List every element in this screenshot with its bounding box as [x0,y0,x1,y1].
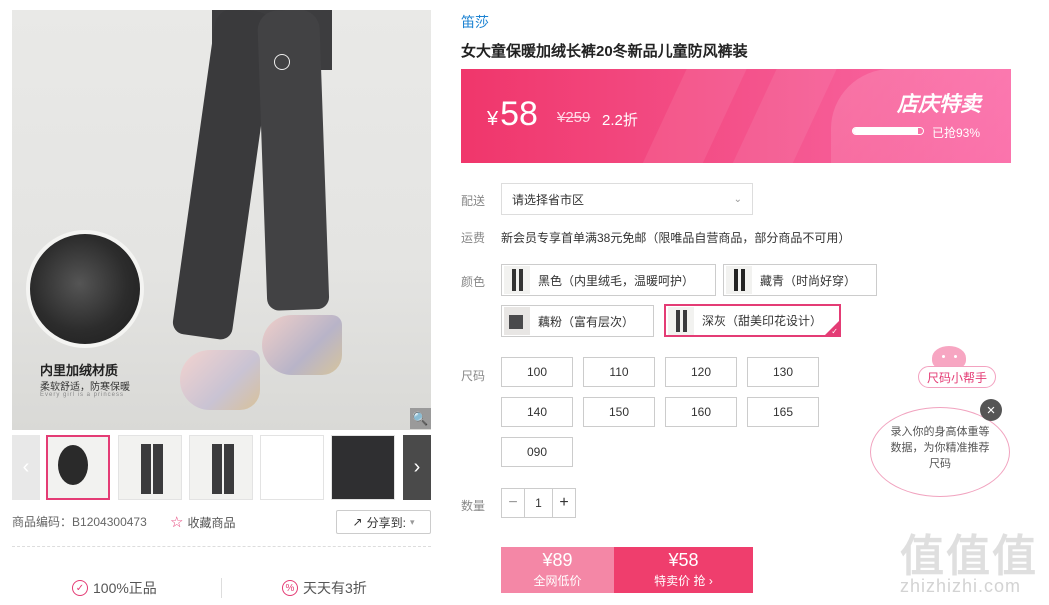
shipping-fee-label: 运费 [461,231,486,245]
quantity-stepper: − 1 + [501,488,576,518]
thumbnail-strip: ‹ › [12,435,431,500]
sale-price-value: 58 [500,95,538,133]
color-option-pink[interactable]: 藕粉（富有层次） [501,305,654,337]
sneaker-left [180,350,260,410]
brand-link[interactable]: 笛莎 [461,12,489,32]
embroidery-logo [274,54,290,70]
quantity-increase-button[interactable]: + [553,489,575,517]
buy-now-price: ¥58 [668,550,699,570]
product-code-value: B1204300473 [72,515,147,529]
mascot-eye [954,355,957,358]
size-label: 尺码 [461,369,486,383]
color-option-label: 黑色（内里绒毛，温暖呵护） [538,273,695,288]
original-price: ¥259 [557,109,591,126]
mascot-eye [942,355,945,358]
check-icon: ✓ [831,327,838,336]
price-banner: ¥58 ¥259 2.2折 店庆特卖 已抢93% [461,69,1011,163]
discount-rate: 2.2折 [602,112,638,129]
quantity-decrease-button[interactable]: − [502,489,524,517]
guarantee-discount: % 天天有3折 [282,578,367,598]
shipping-fee-text: 新会员专享首单满38元免邮（限唯品自营商品，部分商品不可用） [501,231,851,245]
color-label: 颜色 [461,275,486,289]
thumb-next-button[interactable]: › [403,435,431,500]
favorite-label: 收藏商品 [187,516,236,530]
lowest-price-value: ¥89 [542,550,573,570]
product-code: 商品编码：B1204300473 [12,513,147,530]
guarantee-authentic-label: 100%正品 [93,580,157,596]
chevron-left-icon: ‹ [22,456,30,478]
size-option[interactable]: 165 [747,397,819,427]
color-swatch [504,266,530,294]
thumbnail-3[interactable] [189,435,253,500]
quantity-label: 数量 [461,499,486,513]
shipping-label: 配送 [461,194,486,208]
chevron-right-icon: › [413,456,421,478]
thumbnail-5[interactable] [331,435,395,500]
currency-symbol: ¥ [487,108,499,130]
region-select-value: 请选择省市区 [512,192,585,207]
fleece-detail-inset [26,230,144,348]
close-icon[interactable]: × [980,399,1002,421]
favorite-button[interactable]: ☆ 收藏商品 [170,513,235,531]
color-option-black[interactable]: 黑色（内里绒毛，温暖呵护） [501,264,716,296]
promo-tag: 店庆特卖 [897,93,981,116]
shield-check-icon: ✓ [72,580,88,596]
share-icon: ↗ [352,515,363,529]
region-select[interactable]: 请选择省市区 ⌄ [501,183,753,215]
thumbnail-1[interactable] [46,435,110,500]
size-option[interactable]: 150 [583,397,655,427]
sold-progress-text: 已抢93% [932,126,981,140]
lowest-price-label: 全网低价 [533,574,582,588]
buy-now-label: 特卖价 抢 › [654,574,713,588]
thumb-prev-button[interactable]: ‹ [12,435,40,500]
chevron-down-icon: ▾ [409,516,415,527]
pants-leg-right [257,10,330,311]
sold-progress-bar [852,127,924,135]
percent-icon: % [282,580,298,596]
image-caption-english: Every girl is a princess [40,392,125,398]
size-option[interactable]: 120 [665,357,737,387]
share-button[interactable]: ↗ 分享到: ▾ [336,510,431,534]
guarantee-authentic: ✓ 100%正品 [72,578,157,598]
share-label: 分享到: [366,515,406,530]
sneaker-right [262,315,342,375]
zoom-button[interactable]: 🔍 [410,408,431,429]
size-option[interactable]: 130 [747,357,819,387]
size-option[interactable]: 110 [583,357,655,387]
sale-price: ¥58 [487,95,538,134]
buy-now-button[interactable]: ¥58 特卖价 抢 › [614,547,753,593]
image-caption-subtitle: 柔软舒适，防寒保暖 [40,382,130,393]
thumbnail-2[interactable] [118,435,182,500]
color-swatch [726,266,752,294]
size-option[interactable]: 090 [501,437,573,467]
color-option-darkgray[interactable]: 深灰（甜美印花设计） ✓ [664,304,841,337]
color-option-label: 藏青（时尚好穿） [760,273,857,288]
magnifier-icon: 🔍 [412,410,429,426]
color-option-navy[interactable]: 藏青（时尚好穿） [723,264,877,296]
banner-stripe [626,69,756,163]
product-main-image[interactable]: 内里加绒材质 柔软舒适，防寒保暖 Every girl is a princes… [12,10,431,430]
size-option[interactable]: 140 [501,397,573,427]
guarantee-discount-label: 天天有3折 [303,580,367,596]
color-swatch [668,306,694,335]
thumbnail-4-size-chart[interactable] [260,435,324,500]
size-helper-button[interactable]: 尺码小帮手 [918,366,996,388]
sold-progress-fill [853,128,919,134]
divider [12,546,431,547]
image-caption-title: 内里加绒材质 [40,363,119,378]
chevron-down-icon: ⌄ [733,193,742,205]
star-icon: ☆ [170,514,184,531]
lowest-price-button[interactable]: ¥89 全网低价 [501,547,614,593]
product-code-label: 商品编码： [12,515,73,529]
product-title: 女大童保暖加绒长裤20冬新品儿童防风裤装 [461,43,748,60]
size-option[interactable]: 100 [501,357,573,387]
watermark-domain: zhizhizhi.com [900,576,1022,596]
size-option[interactable]: 160 [665,397,737,427]
guarantee-separator [221,578,222,598]
quantity-input[interactable]: 1 [524,489,553,517]
color-swatch [504,307,530,335]
color-option-label: 深灰（甜美印花设计） [702,314,823,328]
color-option-label: 藕粉（富有层次） [538,314,635,329]
watermark-logo: 值值值 [900,532,1038,581]
